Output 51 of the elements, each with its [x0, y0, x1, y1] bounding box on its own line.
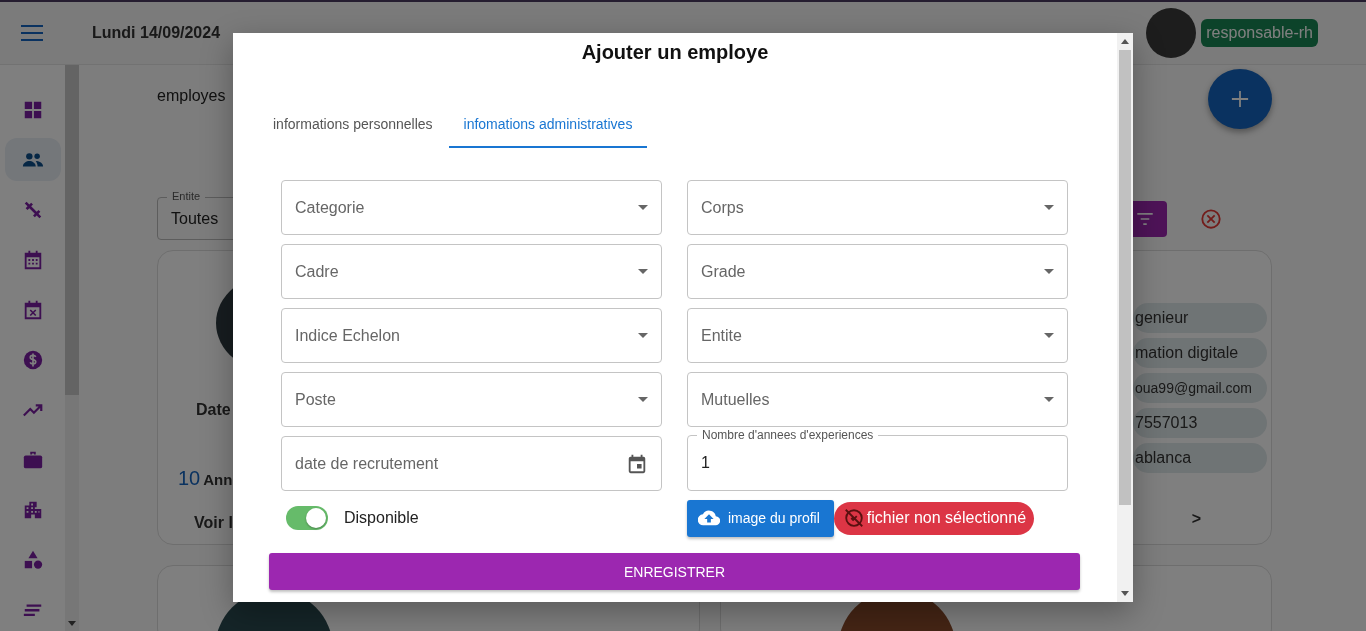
- details-link[interactable]: Voir l: [194, 514, 233, 532]
- years-number: 10: [178, 467, 201, 490]
- date-label: Lundi 14/09/2024: [92, 24, 221, 42]
- caret-icon: [1044, 269, 1054, 274]
- select-field[interactable]: Cadre: [281, 244, 662, 299]
- upload-button[interactable]: image du profil: [687, 499, 834, 537]
- scrollbar[interactable]: [65, 65, 79, 631]
- add-button[interactable]: [1208, 69, 1272, 129]
- caret-icon: [1044, 205, 1054, 210]
- caret-icon: [638, 205, 648, 210]
- menu-icon[interactable]: [21, 25, 43, 41]
- info-chip: oua99@gmail.com: [1133, 373, 1267, 403]
- switch-label: Disponible: [344, 509, 419, 527]
- info-chip: mation digitale: [1133, 338, 1267, 368]
- number-field[interactable]: Nombre d'annees d'experiences 1: [687, 428, 1068, 491]
- save-button[interactable]: ENREGISTRER: [269, 553, 1080, 590]
- close-circle-icon[interactable]: [1200, 207, 1222, 230]
- select-field[interactable]: Poste: [281, 372, 662, 427]
- caret-icon: [638, 269, 648, 274]
- info-chip: genieur: [1133, 303, 1267, 333]
- dollar-icon: [21, 348, 44, 371]
- select-field[interactable]: Corps: [687, 180, 1068, 235]
- date-text: Date: [196, 401, 231, 419]
- select-field[interactable]: Indice Echelon: [281, 308, 662, 363]
- select-field[interactable]: Grade: [687, 244, 1068, 299]
- select-field[interactable]: Entite: [687, 308, 1068, 363]
- role-label: responsable-rh: [1201, 19, 1318, 47]
- caret-icon: [1044, 397, 1054, 402]
- select-field[interactable]: Categorie: [281, 180, 662, 235]
- plus-icon: [1231, 90, 1249, 108]
- date-field[interactable]: date de recrutement: [281, 436, 662, 491]
- years-text: Ann: [203, 471, 233, 488]
- select-field[interactable]: Mutuelles: [687, 372, 1068, 427]
- caret-icon: [1044, 333, 1054, 338]
- page-title: employes: [157, 87, 226, 105]
- scrollbar[interactable]: [1117, 33, 1133, 602]
- sidebar-item[interactable]: [4, 138, 61, 181]
- calendar-icon: [626, 452, 648, 475]
- info-chip: 7557013: [1133, 408, 1267, 438]
- info-chip: ablanca: [1133, 443, 1267, 473]
- file-status-chip: fichier non sélectionné: [833, 501, 1035, 535]
- caret-icon: [638, 333, 648, 338]
- crossed-circle-icon: [842, 507, 865, 529]
- tab[interactable]: infomations administratives: [448, 106, 648, 148]
- tab[interactable]: informations personnelles: [263, 106, 443, 148]
- filter-icon: [1135, 212, 1154, 225]
- caret-icon: [638, 397, 648, 402]
- toggle-switch[interactable]: [286, 506, 328, 530]
- avatar-placeholder[interactable]: [1146, 8, 1197, 58]
- next-arrow[interactable]: >: [1191, 510, 1201, 528]
- dialog-title: Ajouter un employe: [580, 41, 770, 64]
